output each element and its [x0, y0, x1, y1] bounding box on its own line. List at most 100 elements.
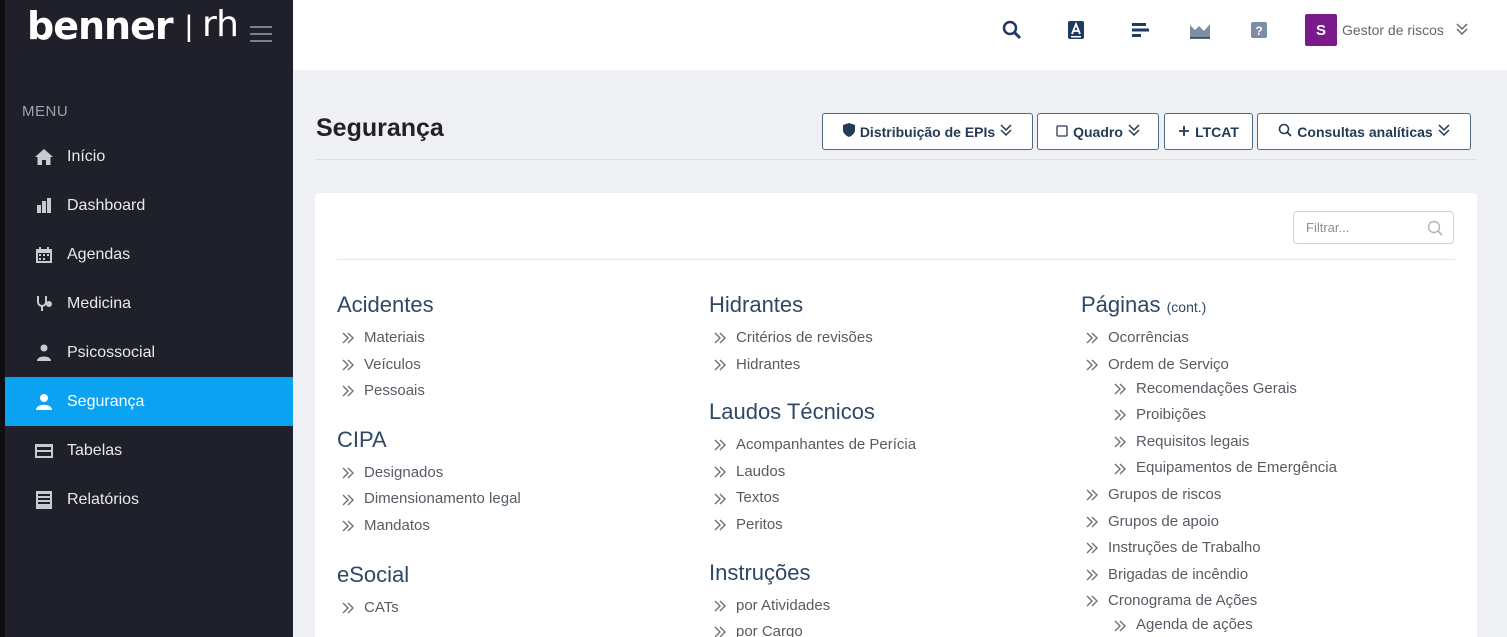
- link-label: Agenda de ações: [1136, 616, 1253, 634]
- link-mandatos[interactable]: Mandatos: [337, 513, 521, 540]
- consultas-button[interactable]: Consultas analíticas: [1257, 113, 1471, 150]
- ltcat-button[interactable]: LTCAT: [1164, 113, 1253, 150]
- svg-text:?: ?: [1255, 24, 1262, 38]
- link-acompanhantes-de-pericia[interactable]: Acompanhantes de Perícia: [709, 432, 916, 459]
- user-icon: [33, 392, 55, 412]
- link-dimensionamento-legal[interactable]: Dimensionamento legal: [337, 486, 521, 513]
- chevrons-right-icon: [713, 439, 729, 451]
- search-icon[interactable]: [1427, 220, 1443, 241]
- link-cats[interactable]: CATs: [337, 595, 521, 622]
- chevrons-right-icon: [1085, 516, 1101, 528]
- search-icon: [1278, 123, 1292, 140]
- sidebar-item-agendas[interactable]: Agendas: [5, 230, 293, 279]
- link-agenda-de-acoes[interactable]: Agenda de ações: [1081, 612, 1337, 637]
- link-label: Acompanhantes de Perícia: [736, 436, 917, 454]
- chevrons-right-icon: [713, 359, 729, 371]
- link-textos[interactable]: Textos: [709, 485, 916, 512]
- header-divider: [316, 159, 1476, 160]
- sidebar-item-dashboard[interactable]: Dashboard: [5, 181, 293, 230]
- link-grupos-de-apoio[interactable]: Grupos de apoio: [1081, 509, 1337, 536]
- brand: benner | rh: [5, 0, 293, 70]
- column-2: Hidrantes Critérios de revisões Hidrante…: [709, 291, 916, 637]
- section-title-paginas: Páginas (cont.): [1081, 291, 1337, 325]
- chart-icon[interactable]: [1188, 18, 1212, 42]
- chevrons-right-icon: [341, 494, 357, 506]
- sidebar-item-relatorios[interactable]: Relatórios: [5, 475, 293, 524]
- link-label: Ordem de Serviço: [1108, 355, 1229, 373]
- link-brigadas-de-incendio[interactable]: Brigadas de incêndio: [1081, 562, 1337, 589]
- link-designados[interactable]: Designados: [337, 460, 521, 487]
- sidebar-item-seguranca[interactable]: Segurança: [5, 377, 293, 426]
- chevrons-right-icon: [1113, 383, 1129, 395]
- search-icon[interactable]: [1000, 18, 1024, 42]
- chevrons-right-icon: [341, 602, 357, 614]
- chevrons-right-icon: [1113, 463, 1129, 475]
- link-cronograma-de-acoes[interactable]: Cronograma de Ações: [1081, 590, 1337, 612]
- chevron-down-icon[interactable]: [1456, 22, 1468, 41]
- link-materiais[interactable]: Materiais: [337, 325, 521, 352]
- link-label: Cronograma de Ações: [1108, 592, 1258, 610]
- sidebar-menu: Início Dashboard Agendas Medicina Psicos…: [5, 132, 293, 524]
- section-title-esocial: eSocial: [337, 561, 410, 587]
- link-equipamentos-de-emergencia[interactable]: Equipamentos de Emergência: [1081, 455, 1337, 482]
- link-veiculos[interactable]: Veículos: [337, 352, 521, 379]
- sidebar-item-medicina[interactable]: Medicina: [5, 279, 293, 328]
- sidebar-item-inicio[interactable]: Início: [5, 132, 293, 181]
- sidebar-item-label: Início: [67, 147, 106, 165]
- bar-chart-icon: [33, 196, 55, 216]
- link-grupos-de-riscos[interactable]: Grupos de riscos: [1081, 482, 1337, 509]
- chevrons-right-icon: [713, 626, 729, 637]
- chevrons-right-icon: [341, 467, 357, 479]
- chevrons-right-icon: [341, 332, 357, 344]
- sidebar-item-psicossocial[interactable]: Psicossocial: [5, 328, 293, 377]
- link-recomendacoes-gerais[interactable]: Recomendações Gerais: [1081, 376, 1337, 403]
- section-title-text: Páginas: [1081, 292, 1161, 317]
- filter-input[interactable]: [1306, 212, 1426, 243]
- link-label: Critérios de revisões: [736, 329, 873, 346]
- chevrons-right-icon: [1085, 595, 1101, 607]
- stethoscope-icon: [33, 294, 55, 314]
- epis-button[interactable]: Distribuição de EPIs: [822, 113, 1033, 150]
- link-label: Grupos de apoio: [1108, 512, 1219, 530]
- help-icon[interactable]: ?: [1247, 18, 1271, 42]
- plus-icon: [1178, 124, 1190, 140]
- link-label: CATs: [364, 598, 399, 616]
- sidebar: benner | rh MENU Início Dashboard Agenda…: [0, 0, 293, 637]
- link-proibicoes[interactable]: Proibições: [1081, 402, 1337, 429]
- column-3: Páginas (cont.) Ocorrências Ordem de Ser…: [1081, 291, 1337, 637]
- link-peritos[interactable]: Peritos: [709, 512, 916, 539]
- epis-button-label: Distribuição de EPIs: [859, 123, 996, 140]
- chevrons-right-icon: [713, 332, 729, 344]
- link-requisitos-legais[interactable]: Requisitos legais: [1081, 429, 1337, 456]
- hamburger-icon[interactable]: [250, 26, 272, 42]
- link-criterios-de-revisoes[interactable]: Critérios de revisões: [709, 325, 916, 352]
- list-icon[interactable]: [1128, 18, 1152, 42]
- avatar[interactable]: S: [1305, 14, 1337, 46]
- sidebar-item-tabelas[interactable]: Tabelas: [5, 426, 293, 475]
- font-icon[interactable]: [1064, 18, 1088, 42]
- link-por-atividades[interactable]: por Atividades: [709, 593, 916, 620]
- chevrons-right-icon: [713, 466, 729, 478]
- topbar: ? S Gestor de riscos: [293, 0, 1507, 70]
- user-name[interactable]: Gestor de riscos: [1342, 22, 1444, 38]
- quadro-button[interactable]: Quadro: [1037, 113, 1159, 150]
- section-title-acidentes: Acidentes: [337, 292, 434, 317]
- link-hidrantes[interactable]: Hidrantes: [709, 352, 916, 379]
- brand-separator: |: [185, 10, 193, 43]
- link-ordem-de-servico[interactable]: Ordem de Serviço: [1081, 354, 1337, 376]
- shield-icon: [842, 123, 855, 140]
- link-label: Laudos: [736, 462, 786, 480]
- chevrons-right-icon: [341, 359, 357, 371]
- filter-field[interactable]: [1293, 211, 1454, 244]
- link-por-cargo[interactable]: por Cargo: [709, 619, 916, 637]
- page-title: Segurança: [316, 114, 444, 142]
- chevrons-right-icon: [713, 493, 729, 505]
- section-title-cipa: CIPA: [337, 426, 387, 452]
- link-pessoais[interactable]: Pessoais: [337, 378, 521, 405]
- link-instrucoes-de-trabalho[interactable]: Instruções de Trabalho: [1081, 535, 1337, 562]
- link-label: Textos: [736, 489, 780, 507]
- link-ocorrencias[interactable]: Ocorrências: [1081, 325, 1337, 352]
- ltcat-button-label: LTCAT: [1195, 123, 1239, 140]
- link-label: Brigadas de incêndio: [1108, 565, 1249, 583]
- link-laudos[interactable]: Laudos: [709, 459, 916, 486]
